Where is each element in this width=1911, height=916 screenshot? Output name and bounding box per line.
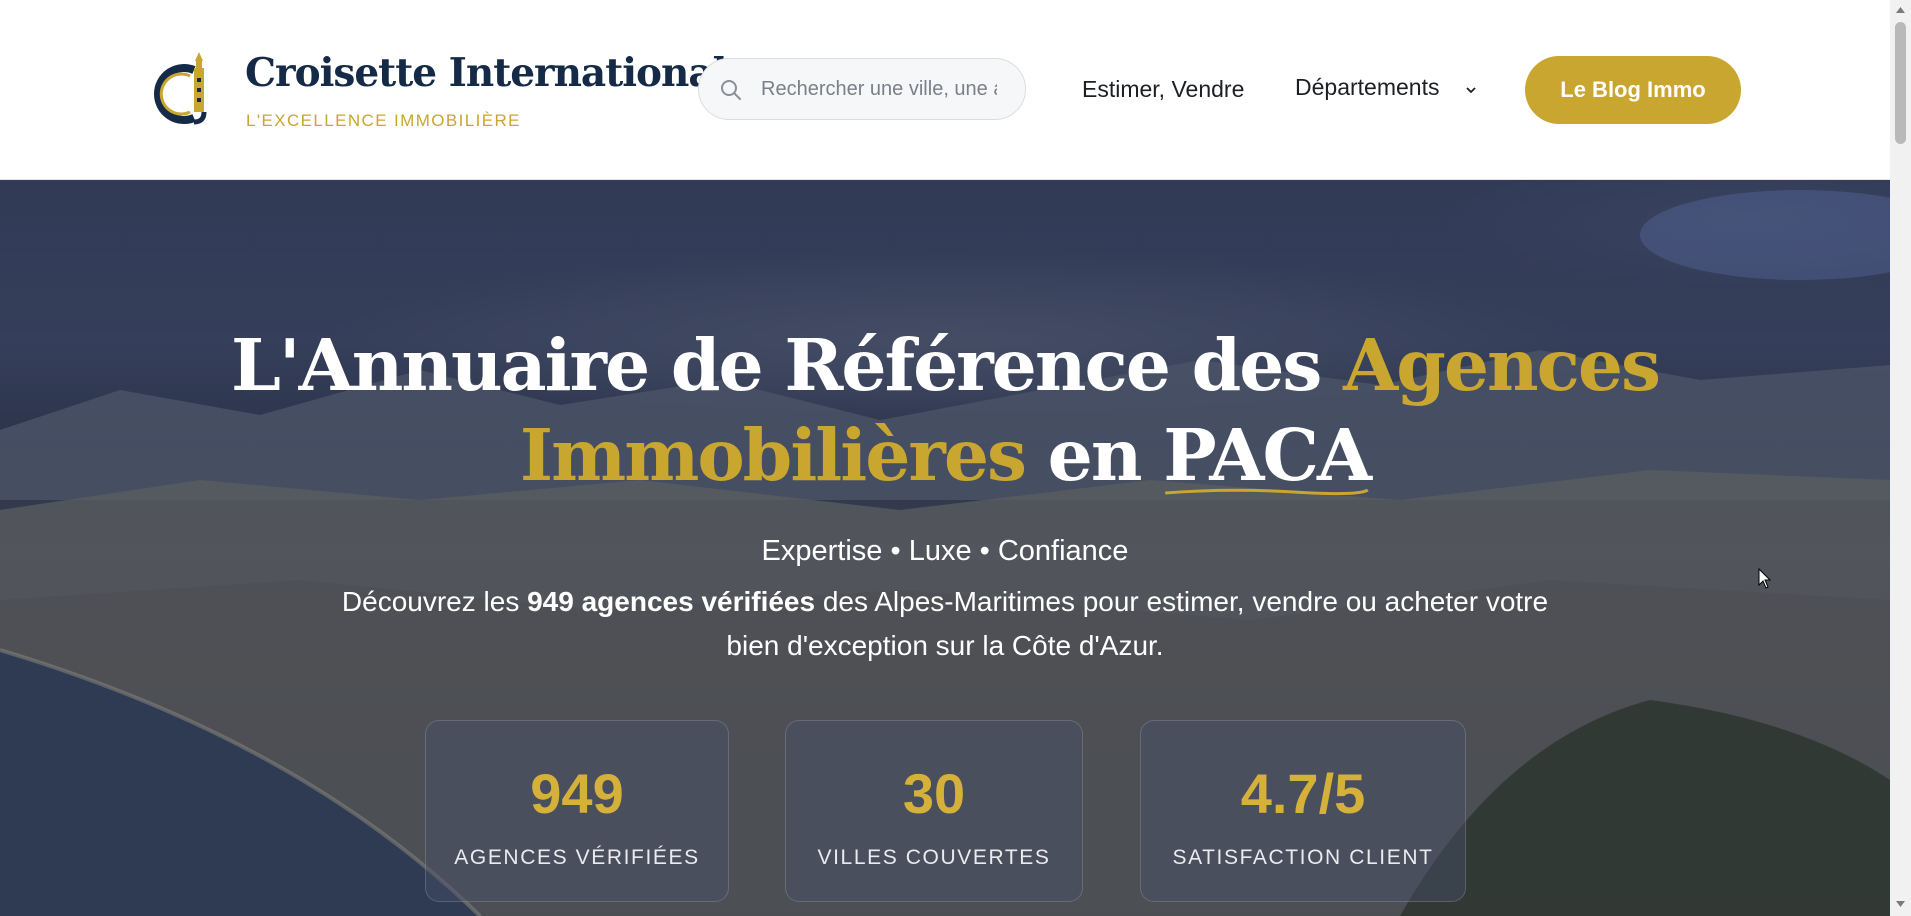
hero-desc-part1: Découvrez les — [341, 586, 528, 617]
hero-section: L'Annuaire de Référence des Agences Immo… — [0, 180, 1890, 916]
nav-departements[interactable]: Départements — [1295, 74, 1439, 101]
hero-title-paca: PACA — [1163, 410, 1372, 500]
vertical-scrollbar[interactable] — [1890, 0, 1911, 916]
scrollbar-thumb[interactable] — [1895, 22, 1906, 144]
stat-card-agences: 949 AGENCES VÉRIFIÉES — [425, 720, 729, 902]
hero-title: L'Annuaire de Référence des Agences Immo… — [0, 320, 1890, 500]
search-input[interactable] — [761, 71, 997, 107]
brand-name[interactable]: Croisette International — [245, 50, 727, 96]
site-header: Croisette International L'EXCELLENCE IMM… — [0, 0, 1890, 180]
underline-decoration — [1165, 488, 1369, 496]
hero-desc-bold: 949 agences vérifiées — [527, 586, 816, 617]
brand-tagline: L'EXCELLENCE IMMOBILIÈRE — [246, 111, 521, 130]
hero-tagline: Expertise • Luxe • Confiance — [761, 535, 1129, 567]
hero-desc-part2: des Alpes-Maritimes pour estimer, vendre… — [726, 586, 1549, 661]
stat-label: SATISFACTION CLIENT — [1172, 846, 1434, 869]
stat-card-villes: 30 VILLES COUVERTES — [785, 720, 1083, 902]
search-icon — [721, 80, 741, 100]
blog-button[interactable]: Le Blog Immo — [1525, 56, 1741, 124]
stat-card-satisfaction: 4.7/5 SATISFACTION CLIENT — [1140, 720, 1466, 902]
hero-title-part1: L'Annuaire de Référence des — [230, 323, 1344, 407]
hero-description: Découvrez les 949 agences vérifiées des … — [320, 580, 1570, 668]
stat-value: 30 — [902, 762, 966, 825]
scroll-down-arrow-icon[interactable] — [1895, 899, 1906, 909]
stat-label: VILLES COUVERTES — [817, 846, 1051, 869]
stat-value: 949 — [530, 762, 624, 825]
nav-estimer-vendre[interactable]: Estimer, Vendre — [1082, 76, 1244, 103]
stat-label: AGENCES VÉRIFIÉES — [454, 846, 700, 869]
chevron-down-icon[interactable] — [1464, 83, 1478, 97]
stat-value: 4.7/5 — [1240, 762, 1366, 825]
hero-title-part2: en — [1024, 413, 1164, 497]
search-box[interactable] — [698, 58, 1026, 120]
mouse-cursor-icon — [1758, 568, 1772, 589]
scroll-up-arrow-icon[interactable] — [1895, 5, 1906, 15]
logo-icon[interactable] — [150, 50, 222, 126]
